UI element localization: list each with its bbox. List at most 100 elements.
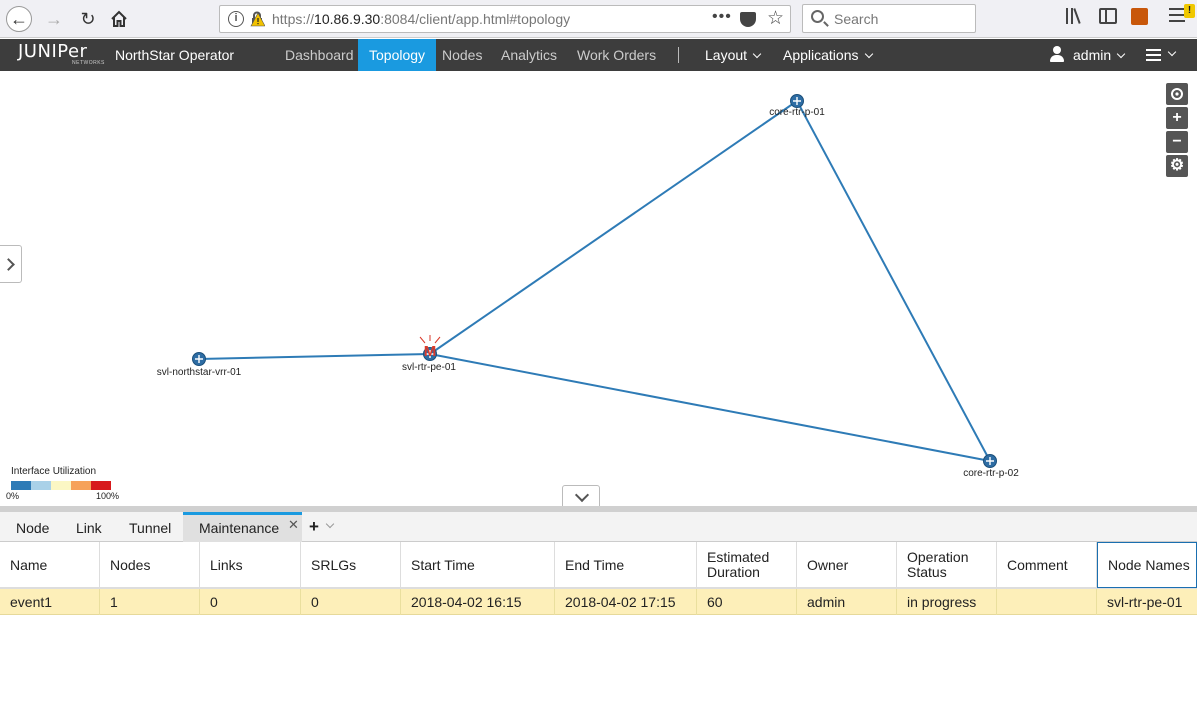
applications-menu[interactable]: Applications — [783, 47, 873, 63]
juniper-logo: JUNIPer — [18, 41, 88, 62]
tab-analytics[interactable]: Analytics — [490, 39, 568, 71]
legend-max-label: 100% — [96, 491, 120, 501]
column-header-nodes[interactable]: Nodes — [100, 542, 200, 588]
tab-link[interactable]: Link — [76, 512, 102, 542]
zoom-out-icon[interactable]: − — [1166, 131, 1188, 153]
node-label[interactable]: core-rtr-p-01 — [769, 107, 825, 118]
column-header-name[interactable]: Name — [0, 542, 100, 588]
close-tab-icon[interactable]: ✕ — [288, 517, 299, 533]
link-vrr-pe01[interactable] — [198, 353, 431, 360]
user-menu[interactable]: admin — [1073, 47, 1126, 63]
utilization-legend — [11, 481, 111, 490]
link-pe01-p01[interactable] — [429, 100, 798, 355]
tab-work-orders[interactable]: Work Orders — [566, 39, 667, 71]
column-header-node-names[interactable]: Node Names — [1097, 542, 1197, 588]
cell-srlgs[interactable]: 0 — [301, 589, 401, 615]
address-bar[interactable]: i https://10.86.9.30:8084/client/app.htm… — [219, 5, 791, 33]
cell-nodes[interactable]: 1 — [100, 589, 200, 615]
search-placeholder: Search — [834, 11, 879, 27]
hamburger-menu-icon[interactable] — [1146, 49, 1161, 64]
link-p01-p02[interactable] — [796, 100, 991, 462]
maintenance-mark: M — [424, 343, 437, 360]
node-label[interactable]: svl-northstar-vrr-01 — [157, 367, 241, 378]
zoom-in-icon[interactable]: + — [1166, 107, 1188, 129]
home-button[interactable] — [106, 6, 132, 32]
node-label[interactable]: svl-rtr-pe-01 — [402, 362, 456, 373]
table-row[interactable]: event1 1 0 0 2018-04-02 16:15 2018-04-02… — [0, 589, 1197, 615]
browser-toolbar: ← → ↻ i https://10.86.9.30:8084/client/a… — [0, 0, 1197, 38]
column-header-end-time[interactable]: End Time — [555, 542, 697, 588]
tab-nodes[interactable]: Nodes — [431, 39, 493, 71]
juniper-logo-sub: NETWORKS — [72, 60, 105, 66]
cell-end-time[interactable]: 2018-04-02 17:15 — [555, 589, 697, 615]
layout-menu[interactable]: Layout — [705, 47, 762, 63]
tab-topology[interactable]: Topology — [358, 39, 437, 71]
legend-swatch — [31, 481, 51, 490]
tab-maintenance[interactable]: Maintenance — [183, 512, 302, 542]
tab-dashboard[interactable]: Dashboard — [274, 39, 365, 71]
chevron-down-icon — [752, 49, 762, 59]
chevron-down-icon[interactable] — [325, 519, 335, 529]
insecure-lock-icon[interactable] — [249, 11, 265, 27]
bottom-tab-bar: Node Link Tunnel Maintenance ✕ + — [0, 512, 1197, 542]
cell-comment[interactable] — [997, 589, 1097, 615]
column-header-start-time[interactable]: Start Time — [401, 542, 555, 588]
target-icon[interactable] — [1166, 83, 1188, 105]
collapse-map-button[interactable] — [562, 485, 600, 507]
url-text[interactable]: https://10.86.9.30:8084/client/app.html#… — [272, 11, 570, 27]
maintenance-table: Name Nodes Links SRLGs Start Time End Ti… — [0, 542, 1197, 720]
url-prefix: https:// — [272, 11, 315, 27]
sidebar-icon[interactable] — [1099, 8, 1117, 24]
url-host: 10.86.9.30 — [314, 11, 381, 27]
chevron-down-icon — [1116, 49, 1126, 59]
node-label[interactable]: core-rtr-p-02 — [963, 468, 1019, 479]
cell-owner[interactable]: admin — [797, 589, 897, 615]
url-path: :8084/client/app.html#topology — [380, 11, 571, 27]
cell-estimated-duration[interactable]: 60 — [697, 589, 797, 615]
legend-swatch — [11, 481, 31, 490]
browser-search-input[interactable]: Search — [802, 4, 976, 33]
page-actions-icon[interactable]: ••• — [712, 8, 732, 26]
bookmark-star-icon[interactable]: ☆ — [767, 7, 784, 30]
settings-icon[interactable]: ⚙ — [1166, 155, 1188, 177]
cell-node-names[interactable]: svl-rtr-pe-01 — [1097, 589, 1197, 615]
add-tab-icon[interactable]: + — [309, 517, 319, 537]
router-node-svl-northstar-vrr-01[interactable] — [192, 352, 206, 366]
layout-menu-label: Layout — [705, 47, 748, 63]
app-name: NorthStar Operator — [115, 47, 235, 63]
column-header-links[interactable]: Links — [200, 542, 301, 588]
extension-icon[interactable] — [1131, 8, 1148, 25]
tab-tunnel[interactable]: Tunnel — [129, 512, 171, 542]
column-header-estimated-duration[interactable]: Estimated Duration — [697, 542, 797, 588]
column-header-srlgs[interactable]: SRLGs — [301, 542, 401, 588]
search-icon — [811, 10, 824, 23]
nav-divider — [678, 47, 679, 63]
cell-links[interactable]: 0 — [200, 589, 301, 615]
cell-name[interactable]: event1 — [0, 589, 100, 615]
legend-swatch — [71, 481, 91, 490]
applications-menu-label: Applications — [783, 47, 859, 63]
reload-button[interactable]: ↻ — [75, 6, 101, 32]
column-header-owner[interactable]: Owner — [797, 542, 897, 588]
link-pe01-p02[interactable] — [429, 353, 991, 462]
column-header-operation-status[interactable]: Operation Status — [897, 542, 997, 588]
info-icon[interactable]: i — [228, 11, 244, 27]
topology-map[interactable]: M core-rtr-p-01 svl-northstar-vrr-01 svl… — [0, 71, 1197, 507]
topology-canvas[interactable]: M — [0, 71, 1197, 507]
browser-menu-icon[interactable] — [1169, 8, 1185, 28]
tab-node[interactable]: Node — [16, 512, 49, 542]
expand-left-panel-button[interactable] — [0, 245, 22, 283]
pocket-icon[interactable] — [740, 12, 756, 27]
library-icon[interactable] — [1066, 8, 1084, 28]
cell-start-time[interactable]: 2018-04-02 16:15 — [401, 589, 555, 615]
router-node-svl-rtr-pe-01[interactable]: M — [419, 335, 441, 361]
column-header-comment[interactable]: Comment — [997, 542, 1097, 588]
chevron-down-icon[interactable] — [1167, 47, 1177, 57]
forward-button[interactable]: → — [41, 6, 67, 32]
update-warning-badge[interactable]: ! — [1184, 4, 1195, 18]
legend-swatch — [91, 481, 111, 490]
cell-operation-status[interactable]: in progress — [897, 589, 997, 615]
router-node-core-rtr-p-01[interactable] — [790, 94, 804, 108]
back-button[interactable]: ← — [6, 6, 32, 32]
router-node-core-rtr-p-02[interactable] — [983, 454, 997, 468]
